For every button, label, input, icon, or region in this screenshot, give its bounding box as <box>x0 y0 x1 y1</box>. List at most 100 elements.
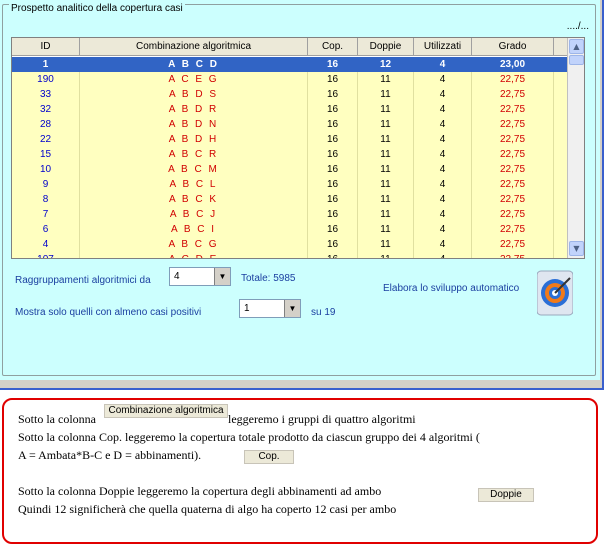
cell-combinazione: A B D S <box>80 87 308 102</box>
cell-id: 10 <box>12 162 80 177</box>
positive-value: 1 <box>244 303 250 314</box>
cell-utilizzati: 4 <box>414 207 472 222</box>
chevron-down-icon[interactable]: ▼ <box>284 300 300 317</box>
elabora-link[interactable]: Elabora lo sviluppo automatico <box>383 283 519 294</box>
cell-grado: 22,75 <box>472 177 554 192</box>
cell-doppie: 11 <box>358 132 414 147</box>
table-row[interactable]: 8A B C K 16 11 4 22,75 <box>12 192 568 207</box>
cell-combinazione: A C D E <box>80 252 308 258</box>
cell-cop: 16 <box>308 72 358 87</box>
cell-cop: 16 <box>308 57 358 72</box>
table-row[interactable]: 190 A C E G 16 11 4 22,75 <box>12 72 568 87</box>
cell-id: 33 <box>12 87 80 102</box>
doppie-column-button[interactable]: Doppie <box>478 488 534 502</box>
cell-combinazione: A B C L <box>80 177 308 192</box>
cell-doppie: 11 <box>358 147 414 162</box>
header-combinazione[interactable]: Combinazione algoritmica <box>80 38 308 55</box>
group-size-value: 4 <box>174 271 180 282</box>
cell-id: 107 <box>12 252 80 258</box>
cell-utilizzati: 4 <box>414 162 472 177</box>
groupbox-title: Prospetto analitico della copertura casi <box>9 3 185 14</box>
table-row[interactable]: 6A B C I 16 11 4 22,75 <box>12 222 568 237</box>
cell-grado: 22,75 <box>472 252 554 258</box>
cell-grado: 22,75 <box>472 132 554 147</box>
cell-doppie: 11 <box>358 207 414 222</box>
cell-cop: 16 <box>308 102 358 117</box>
table-row[interactable]: 9A B C L 16 11 4 22,75 <box>12 177 568 192</box>
cell-id: 9 <box>12 177 80 192</box>
target-icon[interactable] <box>536 269 574 317</box>
cell-grado: 23,00 <box>472 57 554 72</box>
header-grado[interactable]: Grado <box>472 38 554 55</box>
cell-utilizzati: 4 <box>414 132 472 147</box>
cell-doppie: 11 <box>358 102 414 117</box>
table-row[interactable]: 10 A B C M 16 11 4 22,75 <box>12 162 568 177</box>
table-row[interactable]: 28 A B D N 16 11 4 22,75 <box>12 117 568 132</box>
cell-cop: 16 <box>308 87 358 102</box>
explanation-box: Sotto la colonna Combinazione algoritmic… <box>2 398 598 544</box>
cell-grado: 22,75 <box>472 162 554 177</box>
cell-grado: 22,75 <box>472 102 554 117</box>
cell-combinazione: A C E G <box>80 72 308 87</box>
cell-doppie: 11 <box>358 162 414 177</box>
cell-doppie: 11 <box>358 222 414 237</box>
table-row[interactable]: 15 A B C R 16 11 4 22,75 <box>12 147 568 162</box>
cell-id: 15 <box>12 147 80 162</box>
table-row[interactable]: 7A B C J 16 11 4 22,75 <box>12 207 568 222</box>
cell-doppie: 11 <box>358 192 414 207</box>
cell-id: 6 <box>12 222 80 237</box>
note-line1a: Sotto la colonna <box>18 412 96 426</box>
cell-cop: 16 <box>308 177 358 192</box>
table-row[interactable]: 33 A B D S 16 11 4 22,75 <box>12 87 568 102</box>
cell-grado: 22,75 <box>472 147 554 162</box>
cell-combinazione: A B C I <box>80 222 308 237</box>
cell-id: 1 <box>12 57 80 72</box>
positive-select[interactable]: 1 ▼ <box>239 299 301 318</box>
cell-utilizzati: 4 <box>414 147 472 162</box>
cop-column-button[interactable]: Cop. <box>244 450 294 464</box>
table-row[interactable]: 1A B C D 16 12 4 23,00 <box>12 57 568 72</box>
cell-grado: 22,75 <box>472 192 554 207</box>
table-header: ID Combinazione algoritmica Cop. Doppie … <box>12 38 568 56</box>
table-scrollbar[interactable]: ▲ ▼ <box>567 38 584 258</box>
cell-combinazione: A B C D <box>80 57 308 72</box>
cell-cop: 16 <box>308 147 358 162</box>
chevron-down-icon[interactable]: ▼ <box>214 268 230 285</box>
cell-utilizzati: 4 <box>414 252 472 258</box>
cell-id: 190 <box>12 72 80 87</box>
header-doppie[interactable]: Doppie <box>358 38 414 55</box>
header-id[interactable]: ID <box>12 38 80 55</box>
positive-label: Mostra solo quelli con almeno casi posit… <box>15 307 202 318</box>
coverage-table[interactable]: ID Combinazione algoritmica Cop. Doppie … <box>11 37 585 259</box>
cell-combinazione: A B C R <box>80 147 308 162</box>
scroll-thumb[interactable] <box>569 55 584 65</box>
coverage-groupbox: Prospetto analitico della copertura casi… <box>2 3 596 376</box>
cell-id: 32 <box>12 102 80 117</box>
scroll-up-button[interactable]: ▲ <box>569 39 584 54</box>
group-size-select[interactable]: 4 ▼ <box>169 267 231 286</box>
scroll-down-button[interactable]: ▼ <box>569 241 584 256</box>
cell-cop: 16 <box>308 222 358 237</box>
more-link[interactable]: ..../... <box>567 21 589 32</box>
header-cop[interactable]: Cop. <box>308 38 358 55</box>
table-row[interactable]: 107A C D E1611422,75 <box>12 252 568 258</box>
cell-combinazione: A B C G <box>80 237 308 252</box>
combinazione-column-button[interactable]: Combinazione algoritmica <box>104 404 228 418</box>
cell-id: 22 <box>12 132 80 147</box>
table-row[interactable]: 22 A B D H 16 11 4 22,75 <box>12 132 568 147</box>
analysis-panel: Prospetto analitico della copertura casi… <box>0 0 600 380</box>
cell-cop: 16 <box>308 162 358 177</box>
cell-doppie: 11 <box>358 177 414 192</box>
cell-combinazione: A B C K <box>80 192 308 207</box>
cell-grado: 22,75 <box>472 222 554 237</box>
header-utilizzati[interactable]: Utilizzati <box>414 38 472 55</box>
table-row[interactable]: 4A B C G 16 11 4 22,75 <box>12 237 568 252</box>
note-line4: Sotto la colonna Doppie leggeremo la cop… <box>18 484 382 498</box>
cell-grado: 22,75 <box>472 72 554 87</box>
cell-grado: 22,75 <box>472 117 554 132</box>
cell-cop: 16 <box>308 252 358 258</box>
app-window: Prospetto analitico della copertura casi… <box>0 0 604 390</box>
cell-doppie: 11 <box>358 237 414 252</box>
cell-cop: 16 <box>308 132 358 147</box>
table-row[interactable]: 32 A B D R 16 11 4 22,75 <box>12 102 568 117</box>
